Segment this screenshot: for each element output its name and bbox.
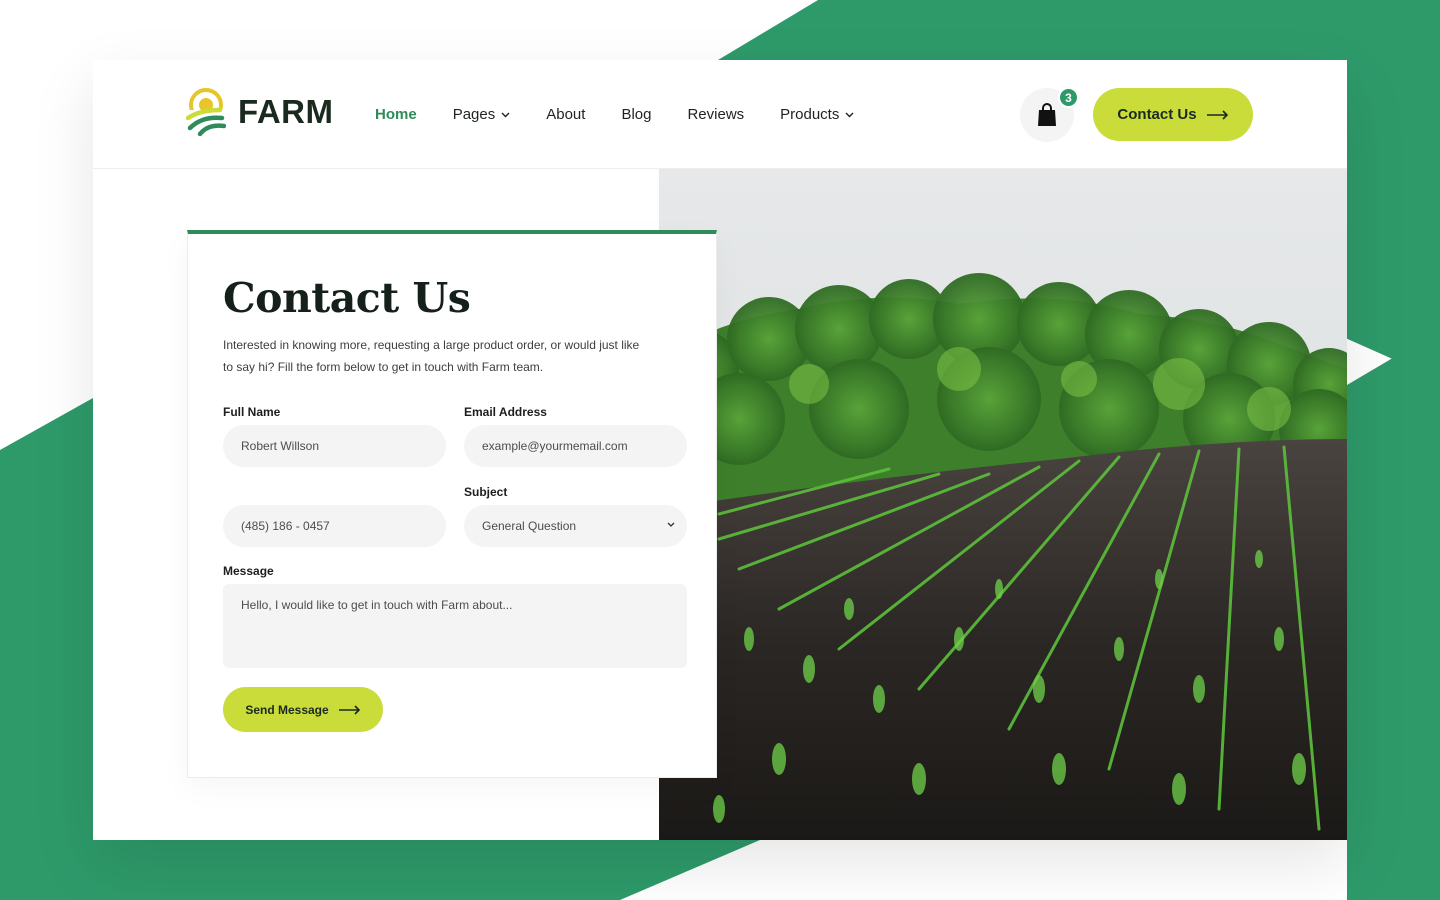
nav-item-label: Blog: [621, 106, 652, 123]
full-name-field[interactable]: Robert Willson: [223, 425, 446, 467]
arrow-right-icon: [338, 704, 360, 715]
farm-sun-field-icon: [186, 88, 226, 136]
subject-label: Subject: [464, 485, 508, 499]
hero-image: [659, 169, 1347, 840]
field-photo: [659, 169, 1347, 840]
nav-item-reviews[interactable]: Reviews: [687, 106, 744, 123]
contact-us-button[interactable]: Contact Us: [1093, 88, 1253, 141]
subject-select[interactable]: General Question: [464, 505, 687, 547]
logo[interactable]: FARM: [186, 88, 334, 136]
main-card: FARM Home Pages About Blog Reviews Produ…: [93, 60, 1347, 840]
message-textarea[interactable]: Hello, I would like to get in touch with…: [223, 584, 687, 668]
contact-us-label: Contact Us: [1117, 106, 1197, 123]
email-placeholder: example@yourmemail.com: [482, 439, 628, 453]
nav-item-label: Pages: [452, 106, 496, 123]
nav-item-products[interactable]: Products: [780, 106, 854, 123]
nav-item-home[interactable]: Home: [375, 106, 417, 123]
nav-item-label: Home: [375, 106, 417, 123]
send-message-label: Send Message: [245, 702, 329, 717]
cart-button[interactable]: 3: [1020, 87, 1079, 142]
message-label: Message: [223, 564, 274, 578]
full-name-value: Robert Willson: [241, 439, 320, 453]
brand-name: FARM: [238, 93, 334, 130]
form-title: Contact Us: [223, 274, 471, 322]
arrow-right-icon: [1206, 109, 1228, 120]
full-name-label: Full Name: [223, 405, 281, 419]
nav-item-label: About: [546, 106, 586, 123]
nav-item-about[interactable]: About: [546, 106, 585, 123]
phone-value: (485) 186 - 0457: [241, 519, 330, 533]
site-header: FARM Home Pages About Blog Reviews Produ…: [93, 60, 1347, 169]
phone-field[interactable]: (485) 186 - 0457: [223, 505, 446, 547]
nav-item-blog[interactable]: Blog: [621, 106, 651, 123]
shopping-bag-icon: [1038, 103, 1056, 126]
form-description: Interested in knowing more, requesting a…: [223, 338, 640, 374]
email-field[interactable]: example@yourmemail.com: [464, 425, 687, 467]
send-message-button[interactable]: Send Message: [223, 687, 383, 732]
email-label: Email Address: [464, 405, 547, 419]
message-placeholder: Hello, I would like to get in touch with…: [241, 598, 513, 612]
chevron-down-icon: [667, 522, 675, 527]
chevron-down-icon: [501, 112, 510, 117]
nav-item-pages[interactable]: Pages: [453, 106, 511, 123]
cart-count-badge: 3: [1058, 87, 1079, 108]
contact-form-panel: Contact Us Interested in knowing more, r…: [187, 230, 717, 778]
nav-item-label: Reviews: [687, 106, 745, 123]
chevron-down-icon: [845, 112, 854, 117]
subject-selected: General Question: [482, 519, 577, 533]
main-nav: Home Pages About Blog Reviews Products: [375, 60, 890, 169]
nav-item-label: Products: [780, 106, 840, 123]
